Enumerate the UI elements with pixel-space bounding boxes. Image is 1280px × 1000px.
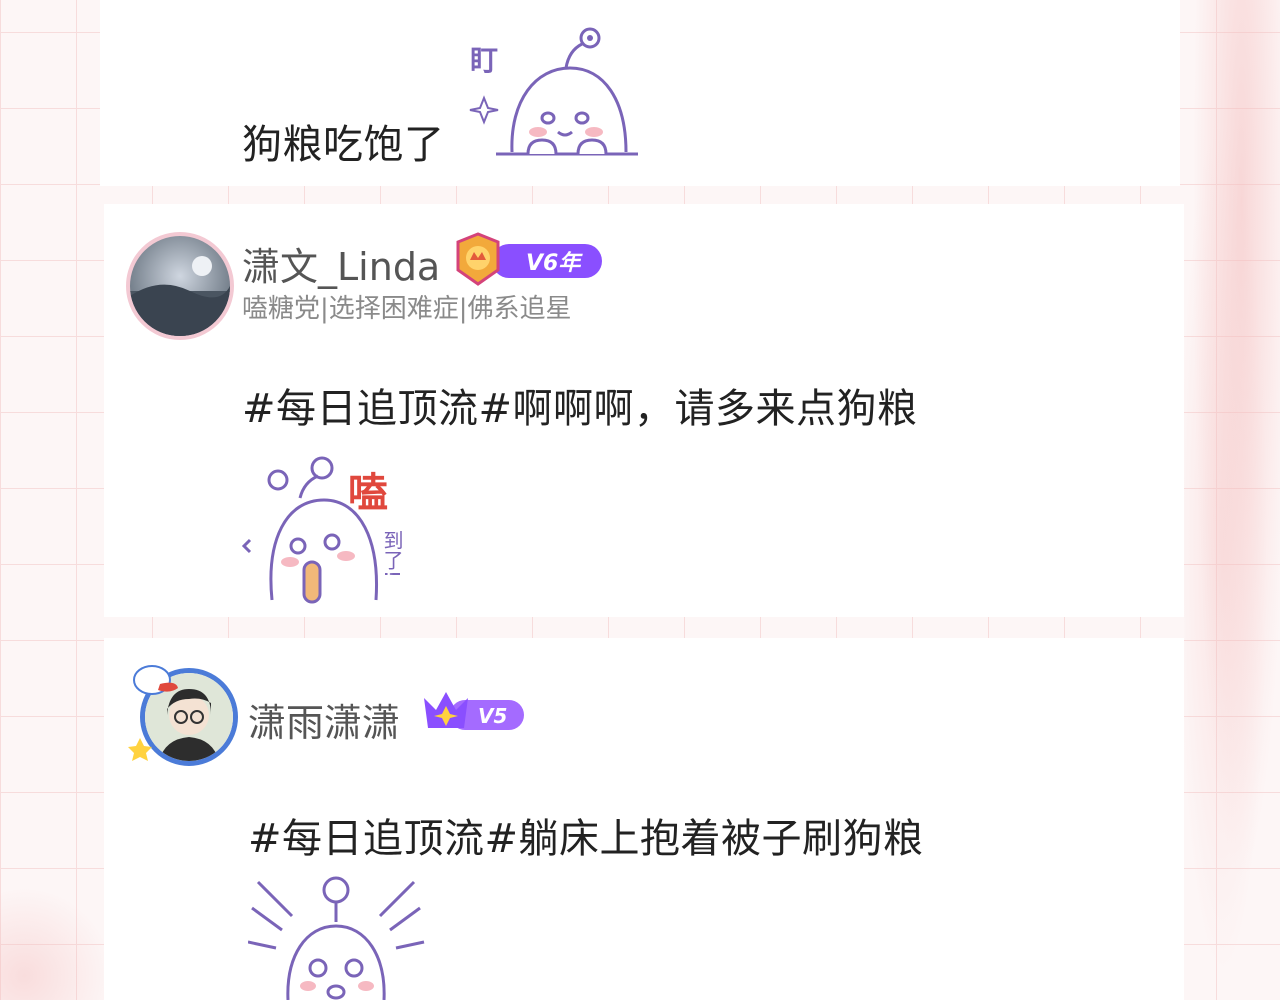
shipping-seal-sticker: 嗑 到了! xyxy=(242,456,404,604)
sticker-caption-top: 嗑 xyxy=(348,470,388,516)
post-text: 狗粮吃饱了 xyxy=(242,122,445,168)
sticker-caption-bottom: 到了! xyxy=(380,530,404,578)
staring-seal-sticker: 盯 xyxy=(469,27,638,156)
vip-level-text: V6年 xyxy=(526,250,583,276)
avatar-landscape-icon xyxy=(130,256,230,336)
shocked-seal-sticker xyxy=(248,876,425,1000)
vip-level-badge[interactable]: V5 xyxy=(420,688,528,740)
username[interactable]: 潇文_Linda xyxy=(242,236,440,291)
sticker-caption: 盯 xyxy=(470,44,498,77)
post-text: #每日追顶流#啊啊啊，请多来点狗粮 xyxy=(242,386,918,432)
star-frame-icon xyxy=(128,738,152,761)
user-avatar[interactable] xyxy=(126,232,234,340)
username[interactable]: 潇雨潇潇 xyxy=(248,692,400,747)
duck-frame-icon xyxy=(133,665,178,695)
background-floral-decoration-left xyxy=(0,880,120,1000)
background-floral-decoration xyxy=(1184,0,1280,1000)
post-card-3[interactable]: 潇雨潇潇 V5 #每日追顶流#躺床上抱着被子刷狗粮 xyxy=(104,638,1184,1000)
user-bio: 嗑糖党|选择困难症|佛系追星 xyxy=(242,294,572,324)
post-card-1[interactable]: 狗粮吃饱了 盯 xyxy=(100,0,1180,186)
post-text: #每日追顶流#躺床上抱着被子刷狗粮 xyxy=(248,816,924,862)
vip-level-badge[interactable]: V6年 xyxy=(452,230,608,290)
vip-level-text: V5 xyxy=(478,704,507,728)
post-card-2[interactable]: 潇文_Linda V6年 嗑糖党|选择困难症|佛系追星 #每日追顶流#啊啊啊，请… xyxy=(104,204,1184,617)
